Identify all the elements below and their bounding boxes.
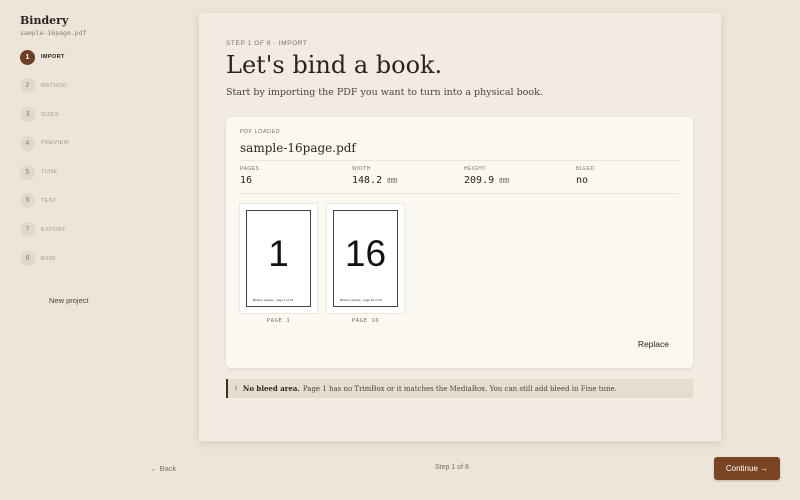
- bleed-notice: i No bleed area. Page 1 has no TrimBox o…: [226, 379, 693, 398]
- thumbnail-caption: PAGE 16: [351, 318, 380, 324]
- pdf-card: PDF LOADED sample-16page.pdf PAGES 16 WI…: [226, 117, 693, 368]
- step-label: METHOD: [41, 82, 68, 89]
- thumbnail-caption: PAGE 1: [266, 318, 291, 324]
- divider: [240, 193, 679, 194]
- pdf-loaded-label: PDF LOADED: [240, 129, 281, 135]
- meta-value-row: 209.9 mm: [464, 175, 509, 186]
- back-button[interactable]: ← Back: [150, 464, 176, 473]
- step-eyebrow: STEP 1 OF 8 · IMPORT: [226, 40, 308, 47]
- thumbnail-page: 1 Bindery sample · page 1 of 16: [246, 210, 311, 307]
- thumbnail-page-number: 1: [268, 232, 289, 274]
- step-label: SIZES: [41, 111, 59, 118]
- step-number: 8: [20, 251, 35, 267]
- meta-value: 16: [240, 175, 253, 186]
- meta-label: WIDTH: [352, 166, 371, 172]
- meta-label: PAGES: [240, 166, 260, 172]
- replace-button[interactable]: Replace: [638, 339, 669, 349]
- meta-unit: mm: [499, 176, 510, 186]
- step-number: 1: [20, 49, 35, 65]
- step-number: 2: [20, 78, 35, 94]
- thumbnail-footer: Bindery sample · page 16 of 16: [340, 298, 382, 302]
- main-panel: STEP 1 OF 8 · IMPORT Let's bind a book. …: [199, 13, 721, 441]
- step-list: 1 IMPORT 2 METHOD 3 SIZES 4 PREVIEW 5 TU…: [20, 49, 69, 279]
- sidebar-step-preview[interactable]: 4 PREVIEW: [20, 135, 69, 151]
- brand: Bindery sample-16page.pdf: [20, 14, 87, 37]
- meta-width: WIDTH 148.2 mm: [352, 166, 397, 186]
- sidebar: Bindery sample-16page.pdf 1 IMPORT 2 MET…: [0, 0, 190, 500]
- sidebar-step-export[interactable]: 7 EXPORT: [20, 222, 69, 238]
- sidebar-step-bind[interactable]: 8 BIND: [20, 251, 69, 267]
- step-label: TEST: [41, 197, 57, 204]
- meta-value: no: [576, 175, 589, 186]
- step-number: 4: [20, 135, 35, 151]
- continue-button[interactable]: Continue →: [714, 457, 780, 480]
- step-label: TUNE: [41, 169, 58, 176]
- meta-label: HEIGHT: [464, 166, 486, 172]
- thumbnail-page-number: 16: [344, 232, 387, 274]
- pdf-metadata: PAGES 16 WIDTH 148.2 mm HEIGHT 209.9 mm BL…: [240, 166, 679, 190]
- thumbnail-page: 16 Bindery sample · page 16 of 16: [333, 210, 398, 307]
- page-thumbnail-last: 16 Bindery sample · page 16 of 16 PAGE 1…: [327, 204, 404, 324]
- sidebar-step-tune[interactable]: 5 TUNE: [20, 164, 69, 180]
- sidebar-step-method[interactable]: 2 METHOD: [20, 78, 69, 94]
- sidebar-step-sizes[interactable]: 3 SIZES: [20, 107, 69, 123]
- info-icon: i: [235, 385, 237, 392]
- pdf-file-name: sample-16page.pdf: [240, 141, 356, 155]
- meta-value: 148.2: [352, 175, 383, 186]
- meta-value-row: 148.2 mm: [352, 175, 397, 186]
- page-subtitle: Start by importing the PDF you want to t…: [226, 87, 543, 98]
- step-label: PREVIEW: [41, 140, 70, 147]
- meta-unit: mm: [387, 176, 398, 186]
- page-thumbnail-first: 1 Bindery sample · page 1 of 16 PAGE 1: [240, 204, 317, 324]
- notice-heading: No bleed area.: [242, 384, 300, 393]
- step-number: 6: [20, 193, 35, 209]
- app-title: Bindery: [20, 14, 69, 27]
- step-number: 7: [20, 222, 35, 238]
- meta-pages: PAGES 16: [240, 166, 259, 186]
- meta-label: BLEED: [576, 166, 595, 172]
- loaded-file-name: sample-16page.pdf: [20, 29, 87, 37]
- divider: [240, 160, 679, 161]
- step-label: IMPORT: [41, 54, 65, 60]
- meta-value: 209.9: [464, 175, 495, 186]
- step-number: 5: [20, 164, 35, 180]
- new-project-button[interactable]: New project: [49, 296, 89, 305]
- sidebar-step-import[interactable]: 1 IMPORT: [20, 49, 69, 65]
- notice-text: Page 1 has no TrimBox or it matches the …: [302, 384, 617, 393]
- page-title: Let's bind a book.: [226, 51, 443, 79]
- meta-bleed: BLEED no: [576, 166, 595, 186]
- step-number: 3: [20, 107, 35, 123]
- page-thumbnail[interactable]: 16 Bindery sample · page 16 of 16: [327, 204, 404, 313]
- page-thumbnail[interactable]: 1 Bindery sample · page 1 of 16: [240, 204, 317, 313]
- step-label: EXPORT: [41, 226, 66, 233]
- step-label: BIND: [41, 255, 56, 262]
- thumbnail-footer: Bindery sample · page 1 of 16: [253, 298, 294, 302]
- meta-height: HEIGHT 209.9 mm: [464, 166, 509, 186]
- sidebar-step-test[interactable]: 6 TEST: [20, 193, 69, 209]
- step-indicator: Step 1 of 8: [435, 464, 469, 471]
